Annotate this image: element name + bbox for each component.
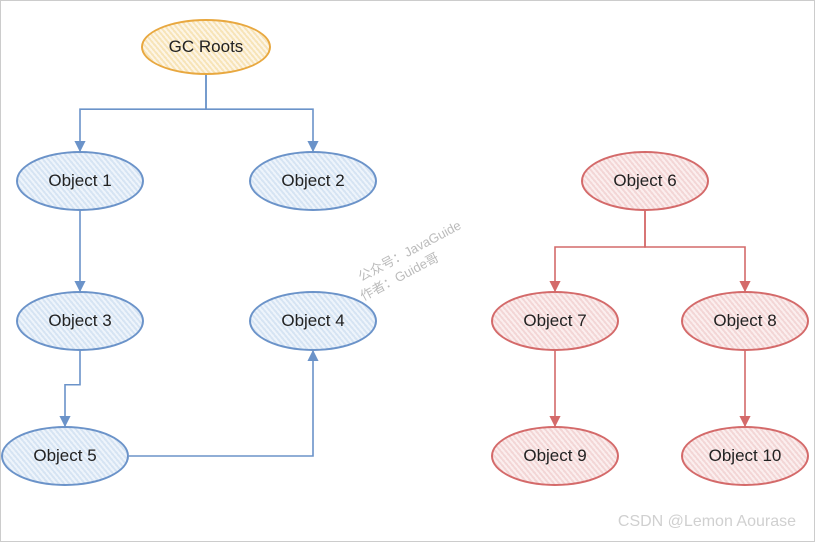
- node-obj2: Object 2: [249, 151, 377, 211]
- edge-obj6-obj8: [645, 211, 745, 291]
- node-obj5: Object 5: [1, 426, 129, 486]
- csdn-attribution: CSDN @Lemon Aourase: [618, 513, 796, 531]
- node-obj8: Object 8: [681, 291, 809, 351]
- node-obj9: Object 9: [491, 426, 619, 486]
- watermark-text: 公众号：JavaGuide 作者：Guide哥: [340, 201, 473, 306]
- edge-obj5-obj4: [129, 351, 313, 456]
- edge-gc_roots-obj2: [206, 75, 313, 151]
- edge-obj3-obj5: [65, 351, 80, 426]
- node-obj3: Object 3: [16, 291, 144, 351]
- node-obj7: Object 7: [491, 291, 619, 351]
- node-gc_roots: GC Roots: [141, 19, 271, 75]
- edge-gc_roots-obj1: [80, 75, 206, 151]
- node-obj6: Object 6: [581, 151, 709, 211]
- node-obj10: Object 10: [681, 426, 809, 486]
- edge-obj6-obj7: [555, 211, 645, 291]
- node-obj4: Object 4: [249, 291, 377, 351]
- node-obj1: Object 1: [16, 151, 144, 211]
